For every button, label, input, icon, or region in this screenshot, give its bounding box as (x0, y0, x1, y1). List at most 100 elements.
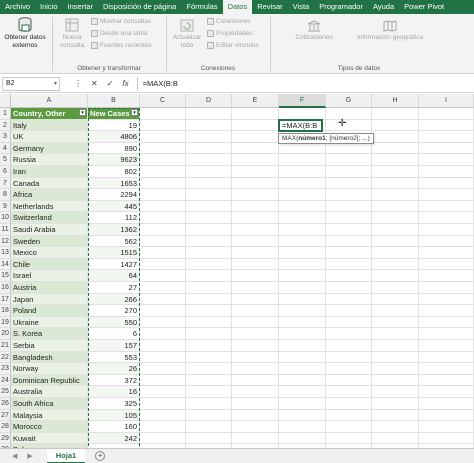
grid-cell[interactable] (140, 189, 186, 201)
grid-cell[interactable] (326, 363, 372, 375)
grid-cell[interactable] (372, 305, 419, 317)
grid-cell[interactable] (232, 131, 279, 143)
grid-cell[interactable] (372, 409, 419, 422)
tab-power-pivot[interactable]: Power Pivot (399, 0, 449, 14)
country-cell[interactable]: Japan (11, 293, 88, 306)
row-header[interactable]: 29 (0, 432, 11, 445)
new-cases-cell[interactable]: 242 (88, 432, 140, 445)
grid-cell[interactable] (279, 328, 326, 340)
grid-cell[interactable] (419, 212, 474, 224)
tab-programador[interactable]: Programador (314, 0, 368, 14)
grid-cell[interactable] (279, 166, 326, 178)
row-header[interactable]: 9 (0, 200, 11, 213)
grid-cell[interactable] (419, 177, 474, 190)
insert-function-icon[interactable]: fx (122, 79, 128, 88)
grid-cell[interactable] (140, 293, 186, 306)
grid-cell[interactable] (232, 258, 279, 271)
grid-cell[interactable] (140, 386, 186, 398)
grid-cell[interactable] (326, 293, 372, 306)
grid-cell[interactable] (279, 316, 326, 329)
grid-cell[interactable] (186, 270, 232, 282)
grid-cell[interactable] (326, 305, 372, 317)
grid-cell[interactable] (232, 247, 279, 259)
grid-cell[interactable] (279, 235, 326, 248)
grid-cell[interactable] (326, 235, 372, 248)
country-cell[interactable]: Poland (11, 305, 88, 317)
grid-cell[interactable] (279, 189, 326, 201)
grid-cell[interactable] (326, 432, 372, 445)
grid-cell[interactable] (279, 247, 326, 259)
grid-cell[interactable] (372, 119, 419, 132)
new-cases-cell[interactable]: 19 (88, 119, 140, 132)
worksheet-grid[interactable]: A B C D E F G H I 1 Country, Other ▾ New Cases ▾ 2 Ital… (0, 94, 474, 448)
grid-cell[interactable] (326, 142, 372, 155)
new-cases-cell[interactable]: 1362 (88, 224, 140, 236)
grid-cell[interactable] (419, 200, 474, 213)
grid-cell[interactable] (279, 374, 326, 387)
country-cell[interactable]: Switzerland (11, 212, 88, 224)
row-header[interactable]: 4 (0, 142, 11, 155)
country-cell[interactable]: Malaysia (11, 409, 88, 422)
grid-cell[interactable] (419, 108, 474, 120)
grid-cell[interactable] (419, 363, 474, 375)
new-cases-cell[interactable]: 26 (88, 363, 140, 375)
country-cell[interactable]: Morocco (11, 421, 88, 433)
grid-cell[interactable] (372, 247, 419, 259)
new-cases-cell[interactable]: 550 (88, 316, 140, 329)
grid-cell[interactable] (279, 305, 326, 317)
column-header-i[interactable]: I (419, 94, 474, 108)
grid-cell[interactable] (419, 421, 474, 433)
table-header-country[interactable]: Country, Other ▾ (11, 108, 88, 120)
grid-cell[interactable] (372, 189, 419, 201)
grid-cell[interactable] (372, 386, 419, 398)
row-header[interactable]: 6 (0, 166, 11, 178)
add-sheet-icon[interactable]: + (95, 451, 106, 461)
grid-cell[interactable] (372, 177, 419, 190)
grid-cell[interactable] (372, 351, 419, 364)
country-cell[interactable]: Africa (11, 189, 88, 201)
grid-cell[interactable] (186, 363, 232, 375)
grid-cell[interactable] (186, 189, 232, 201)
country-cell[interactable]: Mexico (11, 247, 88, 259)
country-cell[interactable]: S. Korea (11, 328, 88, 340)
grid-cell[interactable] (232, 328, 279, 340)
new-cases-cell[interactable]: 105 (88, 409, 140, 422)
tab-insertar[interactable]: Insertar (63, 0, 98, 14)
row-header[interactable]: 28 (0, 421, 11, 433)
grid-cell[interactable] (279, 258, 326, 271)
grid-cell[interactable] (326, 386, 372, 398)
country-cell[interactable]: Kuwait (11, 432, 88, 445)
grid-cell[interactable] (419, 293, 474, 306)
grid-cell[interactable] (232, 108, 279, 120)
row-header[interactable]: 15 (0, 270, 11, 282)
grid-cell[interactable] (372, 374, 419, 387)
row-header[interactable]: 20 (0, 328, 11, 340)
grid-cell[interactable] (372, 282, 419, 294)
tab-fórmulas[interactable]: Fórmulas (181, 0, 222, 14)
grid-cell[interactable] (186, 398, 232, 410)
grid-cell[interactable] (140, 432, 186, 445)
grid-cell[interactable] (140, 235, 186, 248)
grid-cell[interactable] (326, 247, 372, 259)
country-cell[interactable]: Saudi Arabia (11, 224, 88, 236)
grid-cell[interactable] (326, 270, 372, 282)
grid-cell[interactable] (140, 108, 186, 120)
grid-cell[interactable] (326, 189, 372, 201)
new-cases-cell[interactable]: 16 (88, 386, 140, 398)
grid-cell[interactable] (232, 374, 279, 387)
grid-cell[interactable] (140, 166, 186, 178)
grid-cell[interactable] (279, 212, 326, 224)
grid-cell[interactable] (140, 258, 186, 271)
grid-cell[interactable] (279, 421, 326, 433)
country-cell[interactable]: Iran (11, 166, 88, 178)
grid-cell[interactable] (279, 177, 326, 190)
row-header[interactable]: 26 (0, 398, 11, 410)
row-header[interactable]: 1 (0, 108, 11, 120)
grid-cell[interactable] (326, 177, 372, 190)
grid-cell[interactable] (232, 119, 279, 132)
new-cases-cell[interactable]: 64 (88, 270, 140, 282)
column-header-d[interactable]: D (186, 94, 232, 108)
grid-cell[interactable] (419, 374, 474, 387)
grid-cell[interactable] (419, 328, 474, 340)
grid-cell[interactable] (372, 212, 419, 224)
